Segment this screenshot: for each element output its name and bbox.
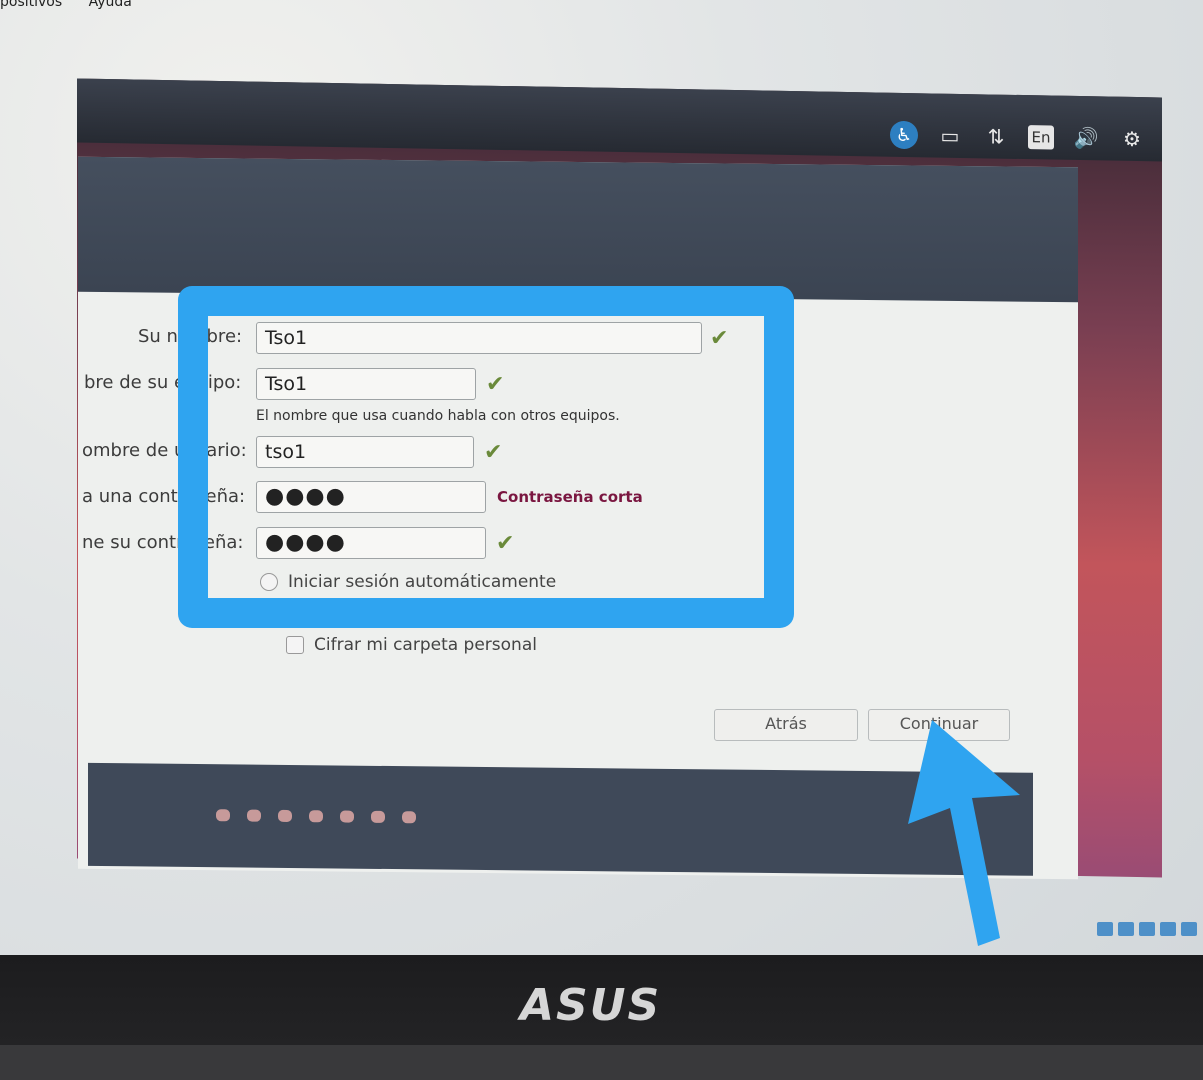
status-icon <box>1160 922 1176 936</box>
back-button[interactable]: Atrás <box>714 709 858 741</box>
vm-status-icons <box>1097 922 1197 936</box>
progress-dot <box>402 811 416 824</box>
progress-dots <box>216 809 416 824</box>
ubuntu-top-panel: ♿ ▭ ⇅ En 🔊 ⚙ <box>77 78 1162 162</box>
status-icon <box>1139 922 1155 936</box>
checkbox[interactable] <box>286 636 304 654</box>
monitor-screen: positivos Ayuda ♿ ▭ ⇅ En 🔊 ⚙ Su nombre: … <box>0 0 1203 955</box>
battery-icon[interactable]: ▭ <box>936 122 964 150</box>
bezel-bottom <box>0 1045 1203 1080</box>
network-arrows-icon[interactable]: ⇅ <box>982 122 1010 150</box>
progress-dot <box>340 810 354 823</box>
menu-item-devices[interactable]: positivos <box>0 0 62 10</box>
status-icon <box>1181 922 1197 936</box>
highlight-box <box>178 286 794 628</box>
status-icon <box>1118 922 1134 936</box>
host-menubar: positivos Ayuda <box>0 0 154 10</box>
brand-logo: ASUS <box>520 980 662 1031</box>
progress-dot <box>309 810 323 823</box>
installer-header <box>78 156 1078 303</box>
encrypt-option[interactable]: Cifrar mi carpeta personal <box>286 635 537 655</box>
encrypt-label: Cifrar mi carpeta personal <box>314 635 537 655</box>
progress-dot <box>371 810 385 823</box>
progress-dot <box>278 809 292 823</box>
progress-dot <box>247 809 261 822</box>
menu-item-help[interactable]: Ayuda <box>89 0 132 10</box>
volume-icon[interactable]: 🔊 <box>1072 124 1100 152</box>
system-tray: ♿ ▭ ⇅ En 🔊 ⚙ <box>890 120 1146 153</box>
laptop-bezel: ASUS <box>0 955 1203 1080</box>
accessibility-icon[interactable]: ♿ <box>890 120 918 150</box>
language-indicator[interactable]: En <box>1028 125 1054 150</box>
status-icon <box>1097 922 1113 936</box>
pointer-arrow-icon <box>908 720 1020 946</box>
progress-dot <box>216 809 230 822</box>
gear-icon[interactable]: ⚙ <box>1118 125 1146 153</box>
